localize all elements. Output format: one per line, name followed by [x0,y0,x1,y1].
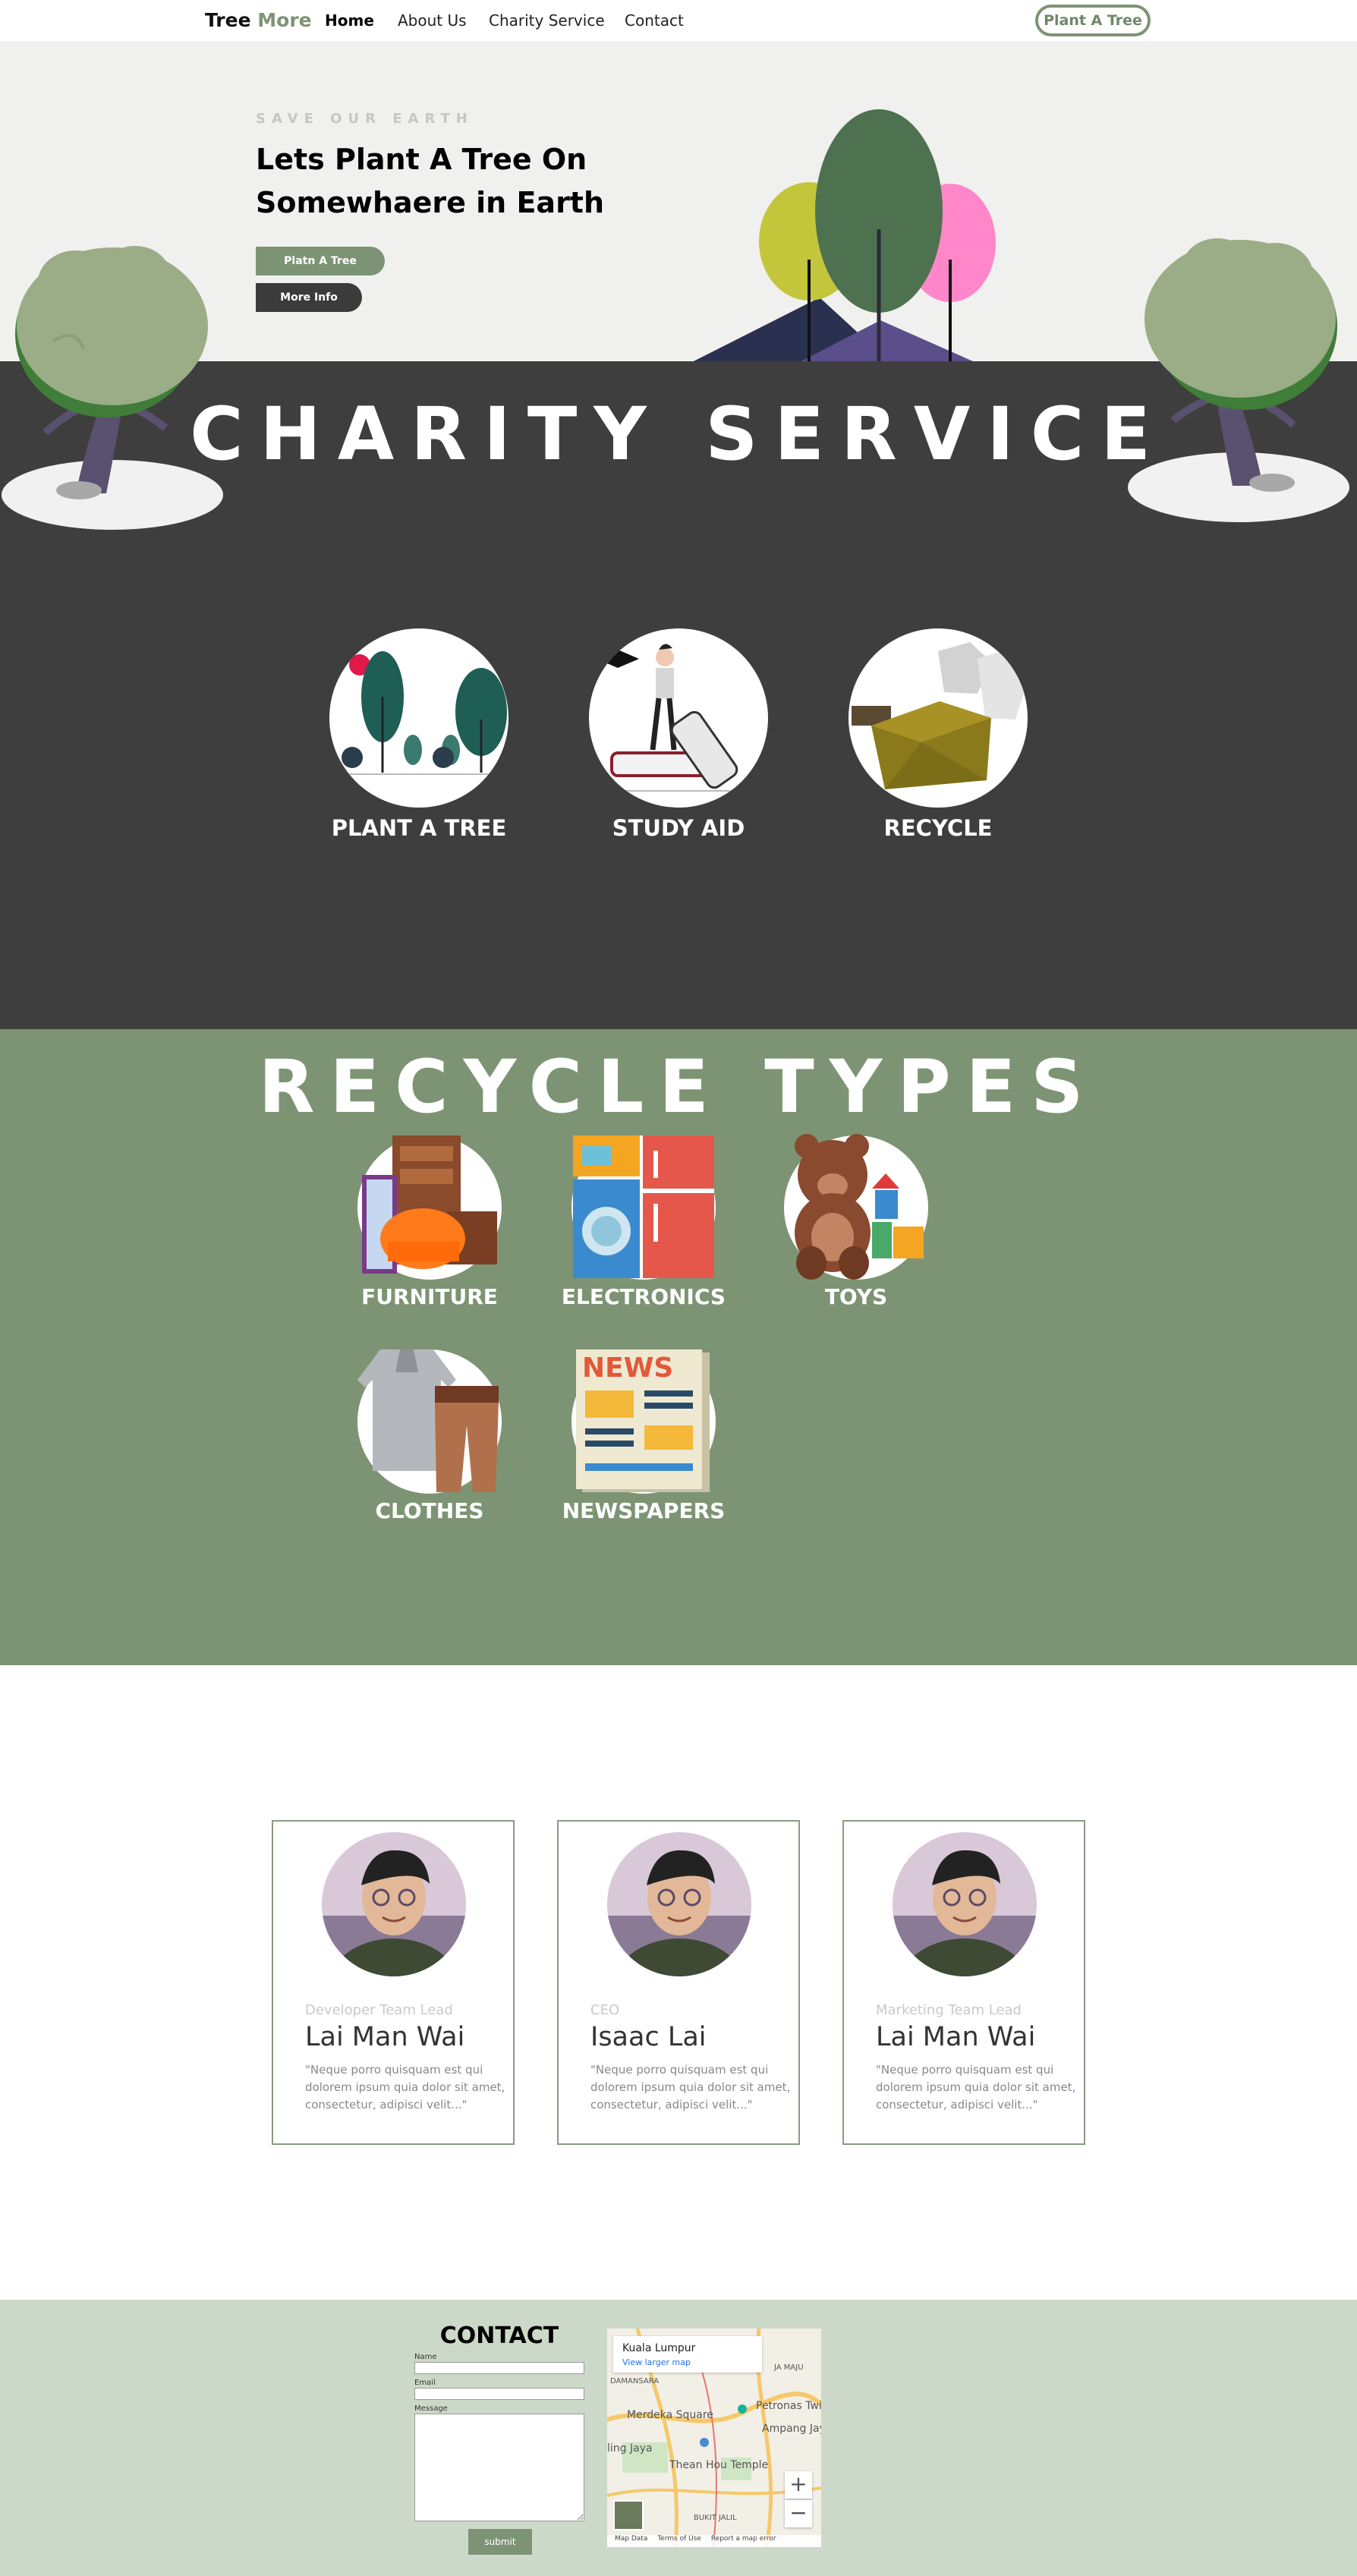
svg-text:NEWS: NEWS [582,1353,673,1384]
furniture-icon [357,1135,502,1280]
team-card: Developer Team Lead Lai Man Wai "Neque p… [272,1820,515,2145]
service-label-recycle: RECYCLE [883,815,993,841]
email-field[interactable] [414,2388,584,2400]
recycle-type-electronics[interactable]: ELECTRONICS [560,1135,727,1309]
recycle-types-section: RECYCLE TYPES FURNITURE ELECTRONICS TOYS… [0,1029,1357,1665]
brand-text-more: More [257,9,312,31]
map-label: Ampang Jay [762,2423,821,2435]
map-data-link[interactable]: Map Data [615,2535,647,2543]
report-map-error-link[interactable]: Report a map error [711,2535,776,2543]
hero-plant-tree-button[interactable]: Platn A Tree [256,247,385,276]
recycle-type-furniture[interactable]: FURNITURE [346,1135,513,1309]
member-role: CEO [590,2002,620,2018]
service-study-aid[interactable]: STUDY AID [587,628,770,841]
recycle-type-clothes[interactable]: CLOTHES [346,1349,513,1523]
member-quote: "Neque porro quisquam est qui dolorem ip… [305,2063,505,2112]
nav-link-about-us[interactable]: About Us [398,11,467,30]
hero-more-info-button[interactable]: More Info [256,283,362,312]
study-aid-illustration [589,628,768,808]
map-info-card: Kuala Lumpur View larger map [613,2336,762,2373]
message-field[interactable] [414,2414,584,2521]
service-label-plant: PLANT A TREE [331,815,507,841]
member-name: Lai Man Wai [876,2022,1036,2052]
teddy-bear-icon [784,1134,928,1280]
member-quote: "Neque porro quisquam est qui dolorem ip… [876,2063,1076,2112]
member-role: Developer Team Lead [305,2002,453,2018]
email-label: Email [414,2379,436,2387]
map-label: Thean Hou Temple [669,2459,769,2471]
recycle-label-electronics: ELECTRONICS [561,1284,726,1309]
hero-trees-illustration [682,109,996,367]
newspaper-icon: NEWS [571,1349,716,1494]
clothes-icon [357,1349,502,1494]
recycle-type-toys[interactable]: TOYS [773,1134,940,1309]
recycle-type-newspapers[interactable]: NEWS NEWSPAPERS [560,1349,727,1523]
map-label: Petronas Twin T [756,2400,821,2412]
top-navbar: Tree More Home About Us Charity Service … [0,0,1357,41]
nav-link-contact[interactable]: Contact [625,11,684,30]
left-tree-illustration [2,246,223,530]
team-card: Marketing Team Lead Lai Man Wai "Neque p… [842,1820,1085,2145]
hero-title: Lets Plant A Tree On Somewhaere in Earth [256,143,605,219]
brand-text-tree: Tree [205,9,251,31]
submit-button[interactable]: submit [468,2529,532,2555]
brand-logo[interactable]: Tree More [205,9,312,31]
plant-tree-illustration [329,628,508,808]
map-label: DAMANSARA [610,2377,660,2385]
nav-link-home[interactable]: Home [325,11,374,30]
avatar [607,1832,751,1976]
name-label: Name [414,2353,437,2361]
plant-a-tree-button[interactable]: Plant A Tree [1035,5,1151,36]
member-quote: "Neque porro quisquam est qui dolorem ip… [590,2063,791,2112]
recycle-label-clothes: CLOTHES [375,1498,484,1523]
satellite-toggle[interactable] [613,2500,644,2530]
recycle-section-title: RECYCLE TYPES [258,1044,1099,1129]
zoom-in-button[interactable]: + [785,2471,812,2499]
map-footer: Map Data Terms of Use Report a map error [607,2535,821,2547]
map-label: BUKIT JALIL [694,2514,737,2522]
member-name: Isaac Lai [590,2022,707,2052]
service-plant-a-tree[interactable]: PLANT A TREE [328,628,510,841]
map-place-name: Kuala Lumpur [622,2342,696,2354]
terms-of-use-link[interactable]: Terms of Use [657,2535,701,2543]
avatar [893,1832,1037,1976]
recycle-label-toys: TOYS [824,1284,888,1309]
service-label-study: STUDY AID [612,815,745,841]
recycle-label-newspapers: NEWSPAPERS [562,1498,726,1523]
member-role: Marketing Team Lead [876,2002,1022,2018]
service-recycle[interactable]: RECYCLE [847,628,1029,841]
nav-link-charity-service[interactable]: Charity Service [489,11,605,30]
electronics-icon [571,1135,716,1280]
name-field[interactable] [414,2362,584,2374]
contact-section: CONTACT Name Email Message submit Merdek… [0,2300,1357,2576]
avatar [322,1832,466,1976]
map-label: ling Jaya [607,2442,653,2455]
map-label: Merdeka Square [627,2409,713,2421]
map-label: JA MAJU [774,2363,804,2372]
team-section: Developer Team Lead Lai Man Wai "Neque p… [0,1665,1357,2300]
message-label: Message [414,2404,448,2413]
member-name: Lai Man Wai [305,2022,465,2052]
team-card: CEO Isaac Lai "Neque porro quisquam est … [557,1820,800,2145]
embedded-map[interactable]: Merdeka Square Petronas Twin T Ampang Ja… [607,2329,821,2547]
right-tree-illustration [1128,238,1349,522]
contact-title: CONTACT [439,2322,559,2349]
recycle-illustration [849,628,1028,808]
hero-kicker: SAVE OUR EARTH [256,111,474,127]
view-larger-map-link[interactable]: View larger map [622,2357,691,2367]
zoom-out-button[interactable]: − [785,2500,812,2527]
recycle-label-furniture: FURNITURE [361,1284,498,1309]
